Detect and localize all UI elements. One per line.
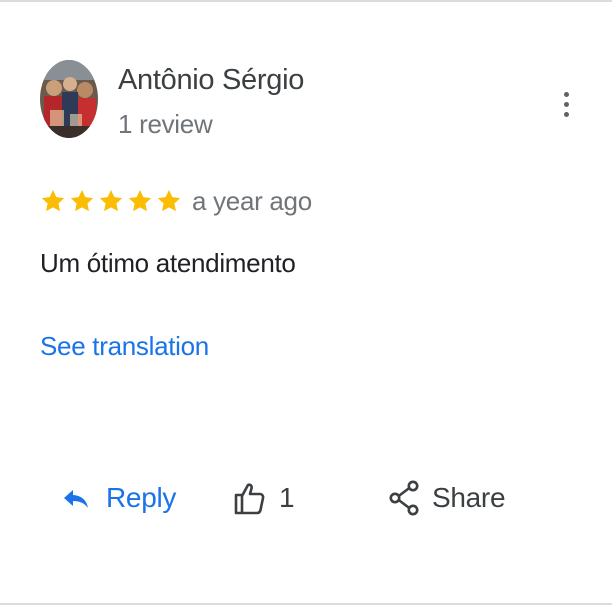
review-time: a year ago — [192, 186, 312, 216]
like-button[interactable]: 1 — [233, 476, 295, 520]
like-count: 1 — [279, 482, 295, 513]
share-label: Share — [432, 482, 506, 513]
reply-button[interactable]: Reply — [62, 476, 176, 520]
star-icon — [41, 189, 65, 212]
review-card: Antônio Sérgio 1 review a year ago Um ót… — [0, 0, 612, 612]
thumb-up-icon — [234, 483, 265, 515]
star-icon — [99, 189, 123, 212]
author-name[interactable]: Antônio Sérgio — [118, 64, 304, 97]
top-divider — [0, 0, 612, 2]
star-icon — [128, 189, 152, 212]
more-vert-icon — [563, 91, 569, 97]
star-icon — [70, 189, 94, 212]
more-options-button[interactable] — [552, 84, 580, 124]
share-icon — [389, 480, 419, 516]
see-translation-link[interactable]: See translation — [40, 331, 209, 362]
bottom-divider — [0, 603, 612, 605]
share-button[interactable]: Share — [388, 476, 506, 520]
reply-label: Reply — [106, 482, 177, 513]
author-review-count[interactable]: 1 review — [118, 109, 213, 140]
star-icon — [157, 189, 181, 212]
reply-icon — [64, 490, 88, 508]
avatar[interactable] — [40, 60, 98, 138]
review-text: Um ótimo atendimento — [40, 248, 296, 278]
star-rating — [40, 188, 182, 214]
